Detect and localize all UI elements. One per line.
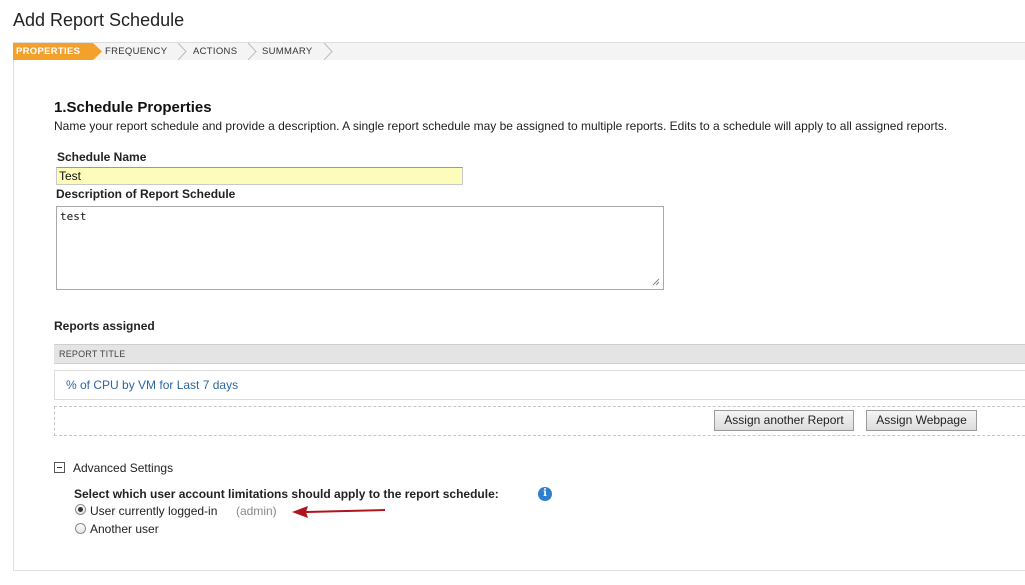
assign-webpage-button[interactable]: Assign Webpage bbox=[866, 410, 977, 431]
section-description: Name your report schedule and provide a … bbox=[54, 119, 948, 133]
schedule-name-input[interactable] bbox=[56, 167, 463, 185]
section-title: 1.Schedule Properties bbox=[54, 99, 212, 116]
wizard-steps: PROPERTIES FREQUENCY ACTIONS SUMMARY bbox=[13, 42, 1025, 61]
step-frequency[interactable]: FREQUENCY bbox=[103, 43, 175, 60]
radio-current-user-label[interactable]: User currently logged-in bbox=[90, 504, 217, 518]
step-properties[interactable]: PROPERTIES bbox=[13, 43, 93, 60]
radio-another-user-label[interactable]: Another user bbox=[90, 522, 159, 536]
collapse-advanced-icon[interactable] bbox=[54, 462, 65, 473]
step-separator-icon bbox=[93, 43, 102, 60]
radio-current-user[interactable] bbox=[75, 504, 86, 515]
user-limitations-prompt: Select which user account limitations sh… bbox=[74, 487, 499, 501]
description-textarea[interactable]: test bbox=[56, 206, 664, 290]
report-title-column-header: REPORT TITLE bbox=[59, 349, 126, 359]
step-actions-label: ACTIONS bbox=[193, 46, 238, 57]
resize-grip-icon[interactable] bbox=[651, 277, 660, 286]
radio-another-user[interactable] bbox=[75, 523, 86, 534]
step-separator-icon bbox=[324, 43, 333, 60]
step-separator-icon bbox=[178, 43, 187, 60]
schedule-name-label: Schedule Name bbox=[57, 150, 147, 164]
description-label: Description of Report Schedule bbox=[56, 187, 236, 201]
reports-table-header: REPORT TITLE bbox=[54, 344, 1025, 364]
table-row: % of CPU by VM for Last 7 days bbox=[54, 370, 1025, 400]
reports-assigned-label: Reports assigned bbox=[54, 319, 155, 333]
report-link[interactable]: % of CPU by VM for Last 7 days bbox=[66, 378, 238, 392]
step-frequency-label: FREQUENCY bbox=[105, 46, 168, 57]
assign-another-report-button[interactable]: Assign another Report bbox=[714, 410, 854, 431]
advanced-settings-label[interactable]: Advanced Settings bbox=[73, 461, 173, 475]
step-summary[interactable]: SUMMARY bbox=[260, 43, 330, 60]
page-title: Add Report Schedule bbox=[13, 10, 185, 30]
step-actions[interactable]: ACTIONS bbox=[191, 43, 249, 60]
step-separator-icon bbox=[248, 43, 257, 60]
step-properties-label: PROPERTIES bbox=[16, 46, 81, 57]
assign-actions-box: Assign another Report Assign Webpage bbox=[54, 406, 1025, 436]
annotation-arrow-icon bbox=[292, 506, 386, 518]
step-summary-label: SUMMARY bbox=[262, 46, 313, 57]
info-icon[interactable]: i bbox=[538, 487, 552, 501]
current-user-name: (admin) bbox=[236, 504, 277, 518]
